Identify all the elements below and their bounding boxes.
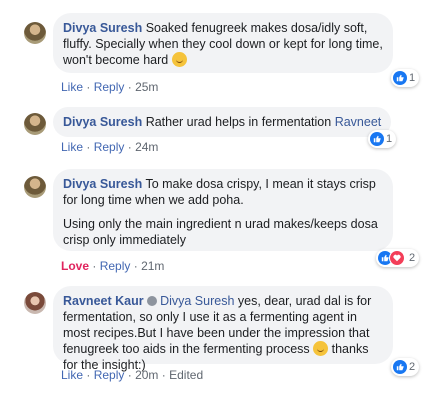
reaction-summary[interactable]: 1 [391, 69, 420, 87]
comment-author[interactable]: Divya Suresh [63, 177, 142, 191]
comment-bubble: Ravneet Kaur Divya Suresh yes, dear, ura… [53, 286, 393, 372]
reply-button[interactable]: Reply [94, 80, 125, 94]
avatar[interactable] [24, 22, 46, 44]
separator: · [86, 140, 91, 154]
avatar[interactable] [24, 176, 46, 198]
comment-bubble: Divya Suresh To make dosa crispy, I mean… [53, 169, 393, 251]
reaction-summary[interactable]: 1 [368, 130, 397, 148]
comment-text: Rather urad helps in fermentation [142, 115, 335, 129]
comment-bubble: Divya Suresh Rather urad helps in fermen… [53, 107, 392, 137]
comment-timestamp[interactable]: 20m [135, 368, 158, 382]
comment-timestamp[interactable]: 25m [135, 80, 158, 94]
heart-icon [389, 250, 405, 266]
comment-text-paragraph-2: Using only the main ingredient n urad ma… [63, 217, 378, 247]
separator: · [127, 368, 132, 382]
reaction-summary[interactable]: 2 [376, 249, 420, 267]
reaction-count: 1 [409, 72, 416, 84]
reaction-count: 2 [409, 252, 416, 264]
reply-button[interactable]: Reply [100, 259, 131, 273]
like-button[interactable]: Like [61, 80, 83, 94]
reaction-summary[interactable]: 2 [391, 358, 420, 376]
comment-actions: Love · Reply · 21m [61, 259, 164, 273]
comment-author[interactable]: Divya Suresh [63, 115, 142, 129]
avatar[interactable] [24, 113, 46, 135]
edited-label[interactable]: Edited [169, 368, 203, 382]
comment-author[interactable]: Ravneet Kaur [63, 294, 144, 308]
smile-emoji-icon [171, 52, 187, 67]
mention-link[interactable]: Ravneet [335, 115, 382, 129]
thumbs-up-icon [393, 71, 407, 85]
comment-timestamp[interactable]: 24m [135, 140, 158, 154]
separator: · [161, 368, 166, 382]
comment-author[interactable]: Divya Suresh [63, 21, 142, 35]
thumbs-up-icon [393, 360, 407, 374]
comment-actions: Like · Reply · 25m [61, 80, 158, 94]
comment-actions: Like · Reply · 20m · Edited [61, 368, 203, 382]
avatar[interactable] [24, 292, 46, 314]
thumbs-up-icon [370, 132, 384, 146]
comment-actions: Like · Reply · 24m [61, 140, 158, 154]
separator: · [127, 80, 132, 94]
separator: · [127, 140, 132, 154]
mention-link[interactable]: Divya Suresh [160, 294, 234, 308]
separator: · [133, 259, 138, 273]
reply-button[interactable]: Reply [94, 140, 125, 154]
separator: · [86, 368, 91, 382]
separator: · [86, 80, 91, 94]
reply-button[interactable]: Reply [94, 368, 125, 382]
separator: · [92, 259, 97, 273]
like-button[interactable]: Like [61, 140, 83, 154]
comment-bubble: Divya Suresh Soaked fenugreek makes dosa… [53, 13, 393, 73]
reaction-count: 1 [386, 133, 393, 145]
top-fan-badge-icon [146, 296, 157, 306]
love-button[interactable]: Love [61, 259, 89, 273]
like-button[interactable]: Like [61, 368, 83, 382]
reaction-count: 2 [409, 361, 416, 373]
comment-timestamp[interactable]: 21m [141, 259, 164, 273]
smile-emoji-icon [313, 341, 329, 356]
